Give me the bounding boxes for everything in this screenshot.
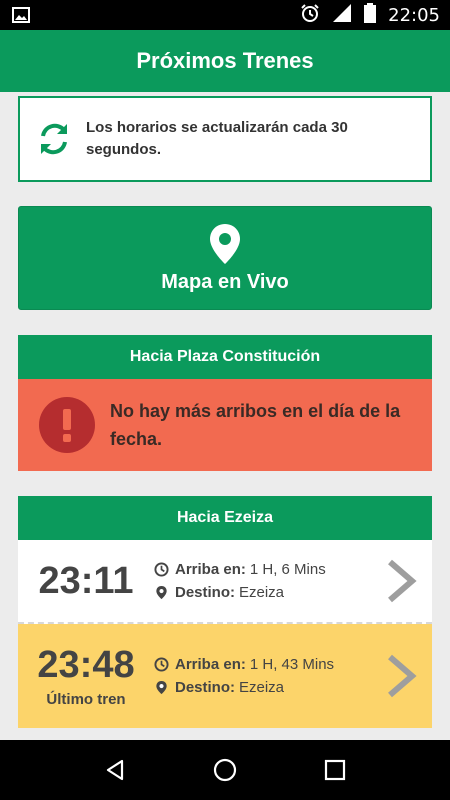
recents-button[interactable] bbox=[315, 750, 355, 790]
home-circle-icon bbox=[213, 758, 237, 782]
refresh-info-card: Los horarios se actualizarán cada 30 seg… bbox=[18, 96, 432, 182]
battery-icon bbox=[364, 2, 377, 28]
clock-icon bbox=[154, 562, 169, 577]
refresh-icon bbox=[41, 123, 67, 155]
alarm-icon bbox=[300, 3, 320, 28]
location-pin-icon bbox=[156, 680, 167, 695]
map-pin-icon bbox=[210, 223, 240, 264]
location-pin-icon bbox=[156, 585, 167, 600]
recents-square-icon bbox=[324, 759, 346, 781]
refresh-info-text: Los horarios se actualizarán cada 30 seg… bbox=[86, 119, 348, 158]
train-time: 23:48 bbox=[37, 644, 135, 686]
arrival-value: 1 H, 6 Mins bbox=[249, 561, 326, 578]
destination-label: Destino: bbox=[175, 584, 235, 601]
alert-text: No hay más arribos en el día de la fecha… bbox=[110, 401, 401, 449]
back-button[interactable] bbox=[95, 750, 135, 790]
page-title: Próximos Trenes bbox=[136, 48, 314, 73]
arrival-label: Arriba en: bbox=[175, 561, 246, 578]
chevron-right-icon bbox=[388, 654, 417, 698]
main-content[interactable]: Los horarios se actualizarán cada 30 seg… bbox=[0, 92, 450, 740]
train-time-column: 23:48 Último tren bbox=[18, 644, 154, 708]
train-row[interactable]: 23:11 Arriba en: 1 H, 6 Mins Destino: Ez… bbox=[18, 540, 432, 624]
train-details: Arriba en: 1 H, 6 Mins Destino: Ezeiza bbox=[154, 558, 384, 604]
home-button[interactable] bbox=[205, 750, 245, 790]
train-time: 23:11 bbox=[38, 559, 134, 602]
last-train-label: Último tren bbox=[46, 691, 126, 708]
app-bar: Próximos Trenes bbox=[0, 30, 450, 92]
arrival-line: Arriba en: 1 H, 6 Mins bbox=[154, 558, 384, 581]
image-notification-icon bbox=[12, 7, 30, 28]
section-header-constitucion: Hacia Plaza Constitución bbox=[18, 335, 432, 379]
destination-line: Destino: Ezeiza bbox=[154, 581, 384, 604]
arrival-value: 1 H, 43 Mins bbox=[249, 656, 335, 673]
destination-line: Destino: Ezeiza bbox=[154, 676, 384, 699]
clock-icon bbox=[154, 657, 169, 672]
destination-value: Ezeiza bbox=[239, 679, 285, 696]
no-arrivals-alert: No hay más arribos en el día de la fecha… bbox=[18, 379, 432, 471]
arrival-line: Arriba en: 1 H, 43 Mins bbox=[154, 653, 384, 676]
status-bar: 22:05 bbox=[0, 0, 450, 30]
arrival-label: Arriba en: bbox=[175, 656, 246, 673]
live-map-button[interactable]: Mapa en Vivo bbox=[18, 206, 432, 310]
section-header-ezeiza: Hacia Ezeiza bbox=[18, 496, 432, 540]
train-details: Arriba en: 1 H, 43 Mins Destino: Ezeiza bbox=[154, 653, 384, 699]
chevron-right-icon bbox=[388, 559, 417, 603]
train-row-last[interactable]: 23:48 Último tren Arriba en: 1 H, 43 Min… bbox=[18, 624, 432, 728]
live-map-label: Mapa en Vivo bbox=[161, 270, 289, 293]
clock-time: 22:05 bbox=[388, 4, 440, 26]
exclamation-icon bbox=[39, 397, 95, 453]
signal-icon bbox=[332, 3, 352, 28]
system-nav-bar bbox=[0, 740, 450, 800]
train-time-column: 23:11 bbox=[18, 560, 154, 603]
destination-label: Destino: bbox=[175, 679, 235, 696]
destination-value: Ezeiza bbox=[239, 584, 285, 601]
back-triangle-icon bbox=[106, 759, 124, 781]
